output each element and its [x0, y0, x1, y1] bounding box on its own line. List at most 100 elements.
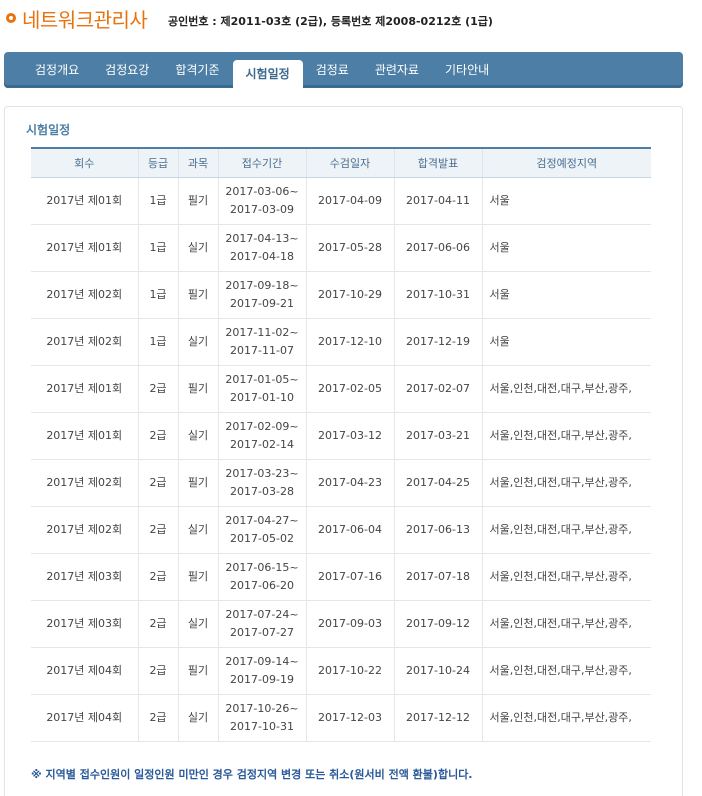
region-cell: 서울 [481, 224, 651, 272]
round-cell: 2017년 제02회 [31, 271, 138, 319]
subject-cell: 필기 [177, 553, 218, 601]
section-title: 시험일정 [26, 123, 71, 137]
exam-date-cell: 2017-07-16 [305, 553, 394, 601]
column-header: 수검일자 [305, 147, 394, 178]
registration-period-cell: 2017-11-02~ 2017-11-07 [217, 318, 306, 366]
result-date-cell: 2017-06-13 [393, 506, 482, 554]
grade-cell: 2급 [137, 412, 178, 460]
registration-start: 2017-06-15~ [225, 561, 299, 574]
subject-cell: 실기 [177, 412, 218, 460]
registration-end: 2017-03-28 [230, 485, 294, 498]
exam-date-cell: 2017-04-09 [305, 177, 394, 225]
exam-date-cell: 2017-10-22 [305, 647, 394, 695]
table-row: 2017년 제01회 1급 실기 2017-04-13~ 2017-04-18 2017-… [31, 224, 651, 272]
registration-end: 2017-05-02 [230, 532, 294, 545]
registration-period-cell: 2017-09-18~ 2017-09-21 [217, 271, 306, 319]
nav-tab-3[interactable]: 시험일정 [232, 60, 303, 88]
region-cell: 서울,인천,대전,대구,부산,광주, [481, 694, 651, 742]
table-row: 2017년 제02회 1급 실기 2017-11-02~ 2017-11-07 2017-… [31, 318, 651, 366]
round-cell: 2017년 제01회 [31, 177, 138, 225]
nav-tab-1[interactable]: 검정요강 [92, 48, 162, 84]
subject-cell: 실기 [177, 224, 218, 272]
nav-tab-6[interactable]: 기타안내 [432, 48, 502, 84]
registration-start: 2017-11-02~ [225, 326, 299, 339]
table-row: 2017년 제04회 2급 필기 2017-09-14~ 2017-09-19 2017-… [31, 647, 651, 695]
subject-cell: 실기 [177, 506, 218, 554]
region-cell: 서울,인천,대전,대구,부산,광주, [481, 412, 651, 460]
nav-tab-2[interactable]: 합격기준 [162, 48, 232, 84]
region-cell: 서울,인천,대전,대구,부산,광주, [481, 600, 651, 648]
result-date-cell: 2017-09-12 [393, 600, 482, 648]
registration-end: 2017-09-19 [230, 673, 294, 686]
registration-end: 2017-01-10 [230, 391, 294, 404]
grade-cell: 2급 [137, 647, 178, 695]
site-title[interactable]: 네트워크관리사 [22, 4, 148, 33]
table-row: 2017년 제04회 2급 실기 2017-10-26~ 2017-10-31 2017-… [31, 694, 651, 742]
column-header: 접수기간 [217, 147, 306, 178]
registration-period-cell: 2017-06-15~ 2017-06-20 [217, 553, 306, 601]
subject-cell: 실기 [177, 318, 218, 366]
notice-text: ※ 지역별 접수인원이 일정인원 미만인 경우 검정지역 변경 또는 취소(원서… [31, 768, 473, 781]
grade-cell: 2급 [137, 506, 178, 554]
grade-cell: 2급 [137, 694, 178, 742]
column-header: 과목 [177, 147, 218, 178]
result-date-cell: 2017-12-19 [393, 318, 482, 366]
grade-cell: 1급 [137, 177, 178, 225]
table-row: 2017년 제03회 2급 필기 2017-06-15~ 2017-06-20 2017-… [31, 553, 651, 601]
result-date-cell: 2017-06-06 [393, 224, 482, 272]
table-row: 2017년 제03회 2급 실기 2017-07-24~ 2017-07-27 2017-… [31, 600, 651, 648]
column-header: 합격발표 [393, 147, 482, 178]
subject-cell: 필기 [177, 459, 218, 507]
round-cell: 2017년 제04회 [31, 694, 138, 742]
registration-period-cell: 2017-04-13~ 2017-04-18 [217, 224, 306, 272]
registration-end: 2017-02-14 [230, 438, 294, 451]
registration-period-cell: 2017-10-26~ 2017-10-31 [217, 694, 306, 742]
nav-tab-5[interactable]: 관련자료 [362, 48, 432, 84]
grade-cell: 2급 [137, 600, 178, 648]
subject-cell: 필기 [177, 177, 218, 225]
round-cell: 2017년 제01회 [31, 224, 138, 272]
table-row: 2017년 제01회 2급 필기 2017-01-05~ 2017-01-10 2017-… [31, 365, 651, 413]
nav-tab-0[interactable]: 검정개요 [22, 48, 92, 84]
subject-cell: 필기 [177, 647, 218, 695]
grade-cell: 1급 [137, 224, 178, 272]
round-cell: 2017년 제04회 [31, 647, 138, 695]
main-nav: 검정개요 검정요강 합격기준 시험일정 검정료 관련자료 기타안내 [4, 52, 683, 88]
registration-period-cell: 2017-04-27~ 2017-05-02 [217, 506, 306, 554]
exam-date-cell: 2017-04-23 [305, 459, 394, 507]
column-header: 등급 [137, 147, 178, 178]
nav-tab-4[interactable]: 검정료 [303, 48, 362, 84]
orange-bullet-icon [6, 13, 16, 23]
registration-start: 2017-03-23~ [225, 467, 299, 480]
region-cell: 서울,인천,대전,대구,부산,광주, [481, 647, 651, 695]
table-header-row: 회수 등급 과목 접수기간 수검일자 합격발표 검정예정지역 [31, 147, 651, 178]
result-date-cell: 2017-12-12 [393, 694, 482, 742]
certification-info: 공인번호 : 제2011-03호 (2급), 등록번호 제2008-0212호 … [168, 15, 493, 28]
round-cell: 2017년 제02회 [31, 506, 138, 554]
result-date-cell: 2017-04-11 [393, 177, 482, 225]
region-cell: 서울 [481, 177, 651, 225]
result-date-cell: 2017-07-18 [393, 553, 482, 601]
registration-end: 2017-10-31 [230, 720, 294, 733]
round-cell: 2017년 제03회 [31, 600, 138, 648]
region-cell: 서울 [481, 271, 651, 319]
region-cell: 서울,인천,대전,대구,부산,광주, [481, 365, 651, 413]
registration-end: 2017-06-20 [230, 579, 294, 592]
result-date-cell: 2017-04-25 [393, 459, 482, 507]
registration-period-cell: 2017-02-09~ 2017-02-14 [217, 412, 306, 460]
exam-date-cell: 2017-12-03 [305, 694, 394, 742]
region-cell: 서울,인천,대전,대구,부산,광주, [481, 553, 651, 601]
registration-start: 2017-02-09~ [225, 420, 299, 433]
region-cell: 서울,인천,대전,대구,부산,광주, [481, 459, 651, 507]
result-date-cell: 2017-02-07 [393, 365, 482, 413]
exam-date-cell: 2017-02-05 [305, 365, 394, 413]
table-row: 2017년 제02회 2급 실기 2017-04-27~ 2017-05-02 2017-… [31, 506, 651, 554]
round-cell: 2017년 제03회 [31, 553, 138, 601]
grade-cell: 2급 [137, 365, 178, 413]
grade-cell: 1급 [137, 318, 178, 366]
subject-cell: 필기 [177, 365, 218, 413]
registration-start: 2017-09-14~ [225, 655, 299, 668]
registration-start: 2017-10-26~ [225, 702, 299, 715]
registration-start: 2017-09-18~ [225, 279, 299, 292]
exam-date-cell: 2017-10-29 [305, 271, 394, 319]
